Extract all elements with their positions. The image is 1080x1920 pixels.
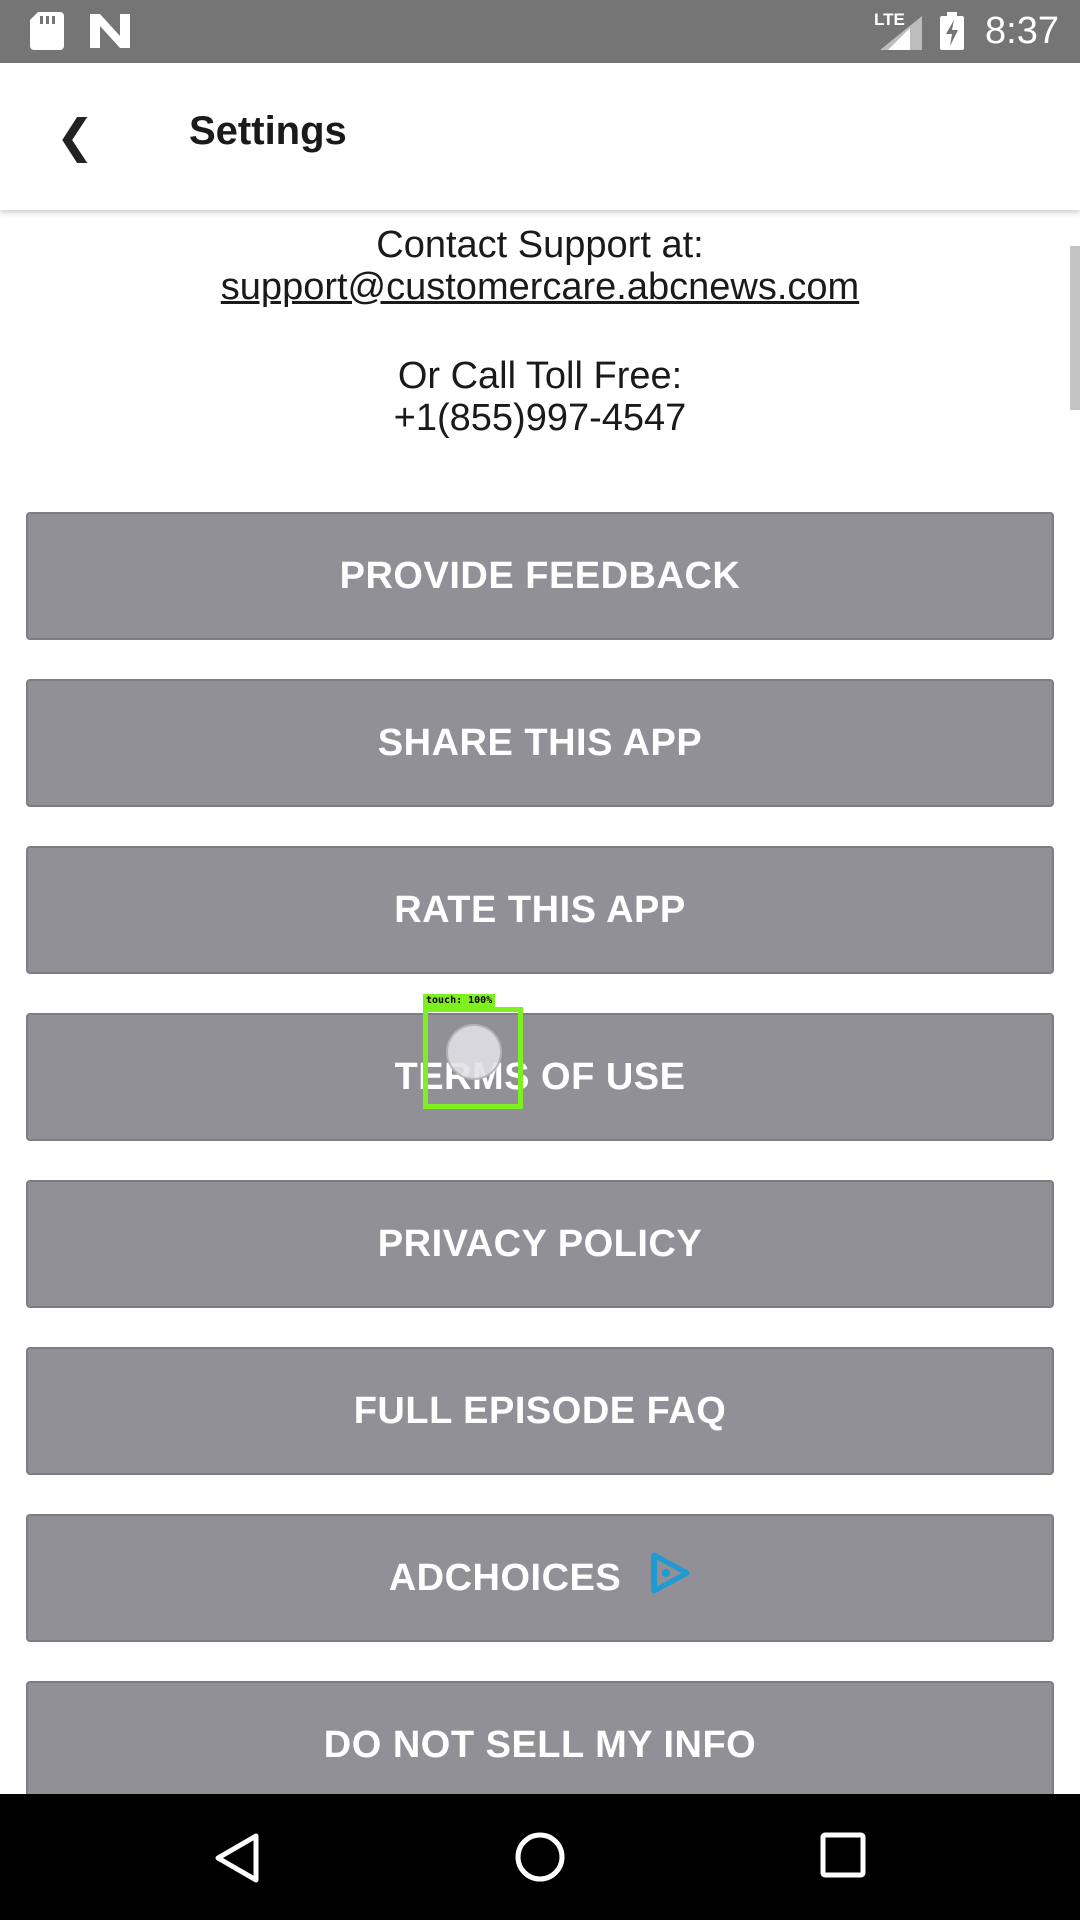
button-label: PRIVACY POLICY bbox=[377, 1222, 703, 1265]
do-not-sell-my-info-button[interactable]: DO NOT SELL MY INFO bbox=[26, 1681, 1054, 1794]
privacy-policy-button[interactable]: PRIVACY POLICY bbox=[26, 1180, 1054, 1308]
system-nav-bar bbox=[0, 1794, 1080, 1920]
back-button[interactable]: ❮ bbox=[50, 103, 100, 169]
button-label: PROVIDE FEEDBACK bbox=[339, 554, 741, 597]
provide-feedback-button[interactable]: PROVIDE FEEDBACK bbox=[26, 512, 1054, 640]
button-label: RATE THIS APP bbox=[394, 888, 686, 931]
page-title: Settings bbox=[189, 109, 347, 153]
home-icon[interactable] bbox=[514, 1831, 566, 1888]
recents-icon[interactable] bbox=[820, 1832, 866, 1883]
call-label: Or Call Toll Free: bbox=[397, 355, 683, 397]
adchoices-icon bbox=[649, 1551, 691, 1605]
sd-card-icon bbox=[30, 12, 64, 55]
status-clock: 8:37 bbox=[985, 10, 1059, 52]
support-email-link[interactable]: support@customercare.abcnews.com bbox=[0, 266, 1080, 308]
back-icon[interactable] bbox=[212, 1832, 260, 1889]
full-episode-faq-button[interactable]: FULL EPISODE FAQ bbox=[26, 1347, 1054, 1475]
signal-icon bbox=[880, 16, 922, 55]
settings-content[interactable]: Contact Support at: support@customercare… bbox=[0, 210, 1080, 1794]
rate-this-app-button[interactable]: RATE THIS APP bbox=[26, 846, 1054, 974]
button-label: FULL EPISODE FAQ bbox=[353, 1389, 727, 1432]
battery-charging-icon bbox=[940, 12, 964, 55]
support-label: Contact Support at: bbox=[376, 224, 704, 266]
share-this-app-button[interactable]: SHARE THIS APP bbox=[26, 679, 1054, 807]
button-label: SHARE THIS APP bbox=[377, 721, 703, 764]
contact-info: Contact Support at: support@customercare… bbox=[0, 224, 1080, 439]
app-bar: ❮ Settings bbox=[0, 63, 1080, 210]
button-label: DO NOT SELL MY INFO bbox=[323, 1723, 757, 1766]
n-notification-icon bbox=[90, 14, 130, 53]
button-label: ADCHOICES bbox=[388, 1556, 622, 1599]
adchoices-button[interactable]: ADCHOICES bbox=[26, 1514, 1054, 1642]
touch-confidence-label: touch: 100% bbox=[423, 994, 496, 1008]
phone-number-link[interactable]: +1(855)997-4547 bbox=[0, 397, 1080, 439]
status-bar: LTE 8:37 bbox=[0, 0, 1080, 63]
terms-of-use-button[interactable]: TERMS OF USE bbox=[26, 1013, 1054, 1141]
touch-bounding-box bbox=[423, 1007, 523, 1109]
